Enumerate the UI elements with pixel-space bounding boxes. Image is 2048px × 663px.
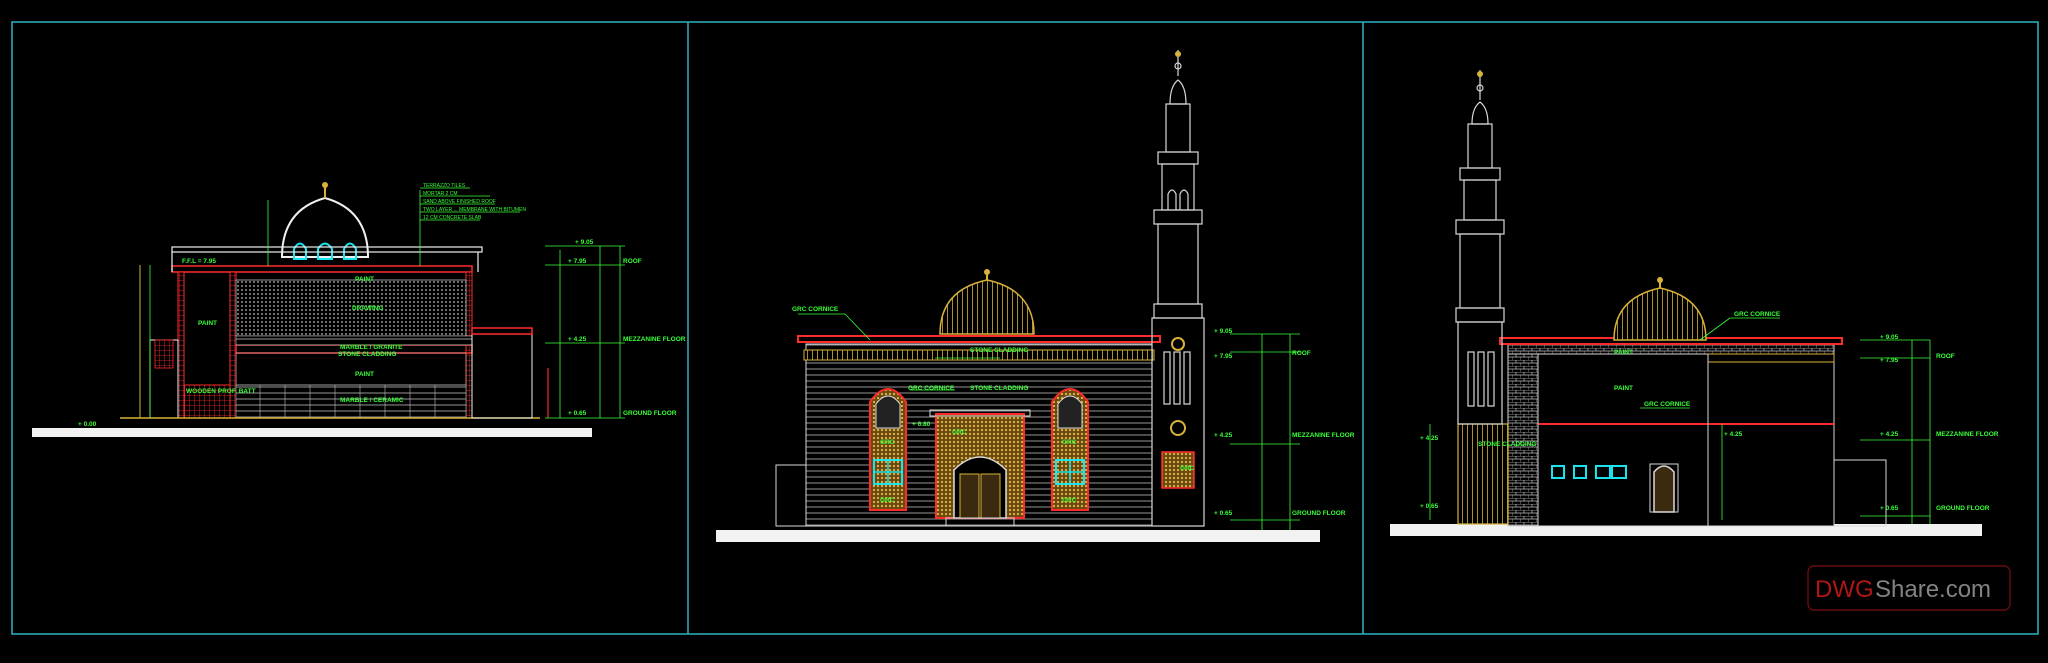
side-label-paint-mid: PAINT — [1614, 385, 1633, 392]
note-1: TERRAZZO TILES — [423, 183, 466, 189]
side-minaret — [1455, 70, 1505, 425]
front-label-grc-minaret: GRC — [1180, 465, 1195, 472]
side-label-level-left: + 4.25 — [1420, 435, 1439, 442]
side-level-1: + 9.05 — [1880, 334, 1899, 341]
front-ground-slab — [716, 530, 1320, 542]
front-elevation: GRC CORNICE STONE CLADDING GRC CORNICE S… — [716, 50, 1355, 542]
front-right-window — [1051, 388, 1089, 511]
section-level-name-roof: ROOF — [623, 258, 642, 265]
front-label-grc-cornice-mid: GRC CORNICE — [908, 385, 955, 392]
front-level-1: + 9.05 — [1214, 328, 1233, 335]
front-portal — [929, 409, 1031, 527]
side-label-grc-cornice-top: GRC CORNICE — [1734, 311, 1781, 318]
side-level-3: + 4.25 — [1880, 431, 1899, 438]
section-level-4: + 0.65 — [568, 410, 587, 417]
watermark: DWG Share.com — [1807, 565, 2011, 611]
cad-drawing-svg: TERRAZZO TILES MORTAR 2 CM SAND ABOVE FI… — [11, 21, 2039, 635]
parapet-cap — [171, 246, 483, 253]
side-level-4: + 0.65 — [1880, 505, 1899, 512]
front-label-grc-lower-right: GRC — [1062, 497, 1077, 504]
front-label-level-mid: + 6.80 — [912, 421, 931, 428]
section-level-5: + 0.00 — [78, 421, 97, 428]
section-drawing: TERRAZZO TILES MORTAR 2 CM SAND ABOVE FI… — [32, 182, 686, 437]
label-marble-1: MARBLE / GRANITE — [340, 344, 403, 351]
side-door — [1649, 463, 1679, 513]
side-label-grc-cornice-mid: GRC CORNICE — [1644, 401, 1691, 408]
note-5: 12 CM CONCRETE SLAB — [423, 215, 482, 221]
label-marble-2: STONE CLADDING — [338, 351, 396, 358]
watermark-brand-dwg: DWG — [1815, 576, 1874, 603]
ground-slab — [32, 428, 592, 437]
label-wooden: WOODEN PROF. BATT — [186, 388, 256, 395]
side-level-name-mezz: MEZZANINE FLOOR — [1936, 431, 1999, 438]
side-label-level-mid: + 4.25 — [1724, 431, 1743, 438]
front-left-window — [869, 388, 907, 511]
side-levels: + 9.05 + 7.95 + 4.25 + 0.65 ROOF MEZZANI… — [1880, 334, 1999, 512]
front-label-grc-cornice-top: GRC CORNICE — [792, 306, 839, 313]
front-label-grc-left: GRC — [880, 439, 895, 446]
side-dome — [1613, 287, 1707, 341]
section-notes: TERRAZZO TILES MORTAR 2 CM SAND ABOVE FI… — [423, 183, 526, 221]
front-label-stone-cladding-top: STONE CLADDING — [970, 347, 1028, 354]
side-brick-column — [1507, 353, 1539, 527]
front-cornice-red — [797, 335, 1161, 343]
side-label-stone-cladding: STONE CLADDING — [1478, 441, 1536, 448]
section-level-3: + 4.25 — [568, 336, 587, 343]
front-level-2: + 7.95 — [1214, 353, 1233, 360]
side-level-2: + 7.95 — [1880, 357, 1899, 364]
front-level-3: + 4.25 — [1214, 432, 1233, 439]
inner-column — [229, 271, 237, 419]
section-annex — [471, 327, 533, 419]
left-wall — [177, 271, 185, 419]
section-level-2: + 7.95 — [568, 258, 587, 265]
label-paint: PAINT — [355, 276, 374, 283]
note-2: MORTAR 2 CM — [423, 191, 458, 197]
front-level-name-mezz: MEZZANINE FLOOR — [1292, 432, 1355, 439]
front-label-stone-cladding-mid: STONE CLADDING — [970, 385, 1028, 392]
front-dome — [939, 279, 1035, 335]
section-level-name-mezz: MEZZANINE FLOOR — [623, 336, 686, 343]
mezzanine-hatch — [235, 279, 467, 337]
label-paint-left: PAINT — [198, 320, 217, 327]
front-label-grc-lower-left: GRC — [880, 497, 895, 504]
side-top-band — [1507, 343, 1835, 355]
label-marble-3: MARBLE / CERAMIC — [340, 397, 404, 404]
roof-slab — [171, 265, 473, 273]
side-label-paint-top: PAINT — [1614, 349, 1633, 356]
label-ffl: F.F.L = 7.95 — [182, 258, 216, 265]
side-level-name-roof: ROOF — [1936, 353, 1955, 360]
front-label-grc-right: GRC — [1062, 439, 1077, 446]
side-elevation: GRC CORNICE PAINT PAINT GRC CORNICE STON… — [1390, 70, 1999, 536]
cad-drawing-canvas: TERRAZZO TILES MORTAR 2 CM SAND ABOVE FI… — [0, 0, 2048, 658]
dome-finial-ball — [322, 182, 328, 188]
side-stone-cladding — [1457, 423, 1509, 525]
side-level-name-ground: GROUND FLOOR — [1936, 505, 1990, 512]
front-level-name-ground: GROUND FLOOR — [1292, 510, 1346, 517]
front-level-name-roof: ROOF — [1292, 350, 1311, 357]
watermark-brand-share: Share.com — [1875, 576, 1991, 603]
note-4: TWO LAYER ... MEMBRANE WITH BITUMEN — [423, 207, 526, 213]
label-paint-2: PAINT — [355, 371, 374, 378]
section-level-name-ground: GROUND FLOOR — [623, 410, 677, 417]
front-levels: + 9.05 + 7.95 + 4.25 + 0.65 ROOF MEZZANI… — [1214, 328, 1355, 517]
side-label-level-left2: + 0.65 — [1420, 503, 1439, 510]
section-level-1: + 9.05 — [575, 239, 594, 246]
label-drawing: DRAWING — [352, 305, 383, 312]
note-3: SAND ABOVE FINISHED ROOF — [423, 199, 496, 205]
front-level-4: + 0.65 — [1214, 510, 1233, 517]
front-label-grc-center: GRC — [952, 429, 967, 436]
